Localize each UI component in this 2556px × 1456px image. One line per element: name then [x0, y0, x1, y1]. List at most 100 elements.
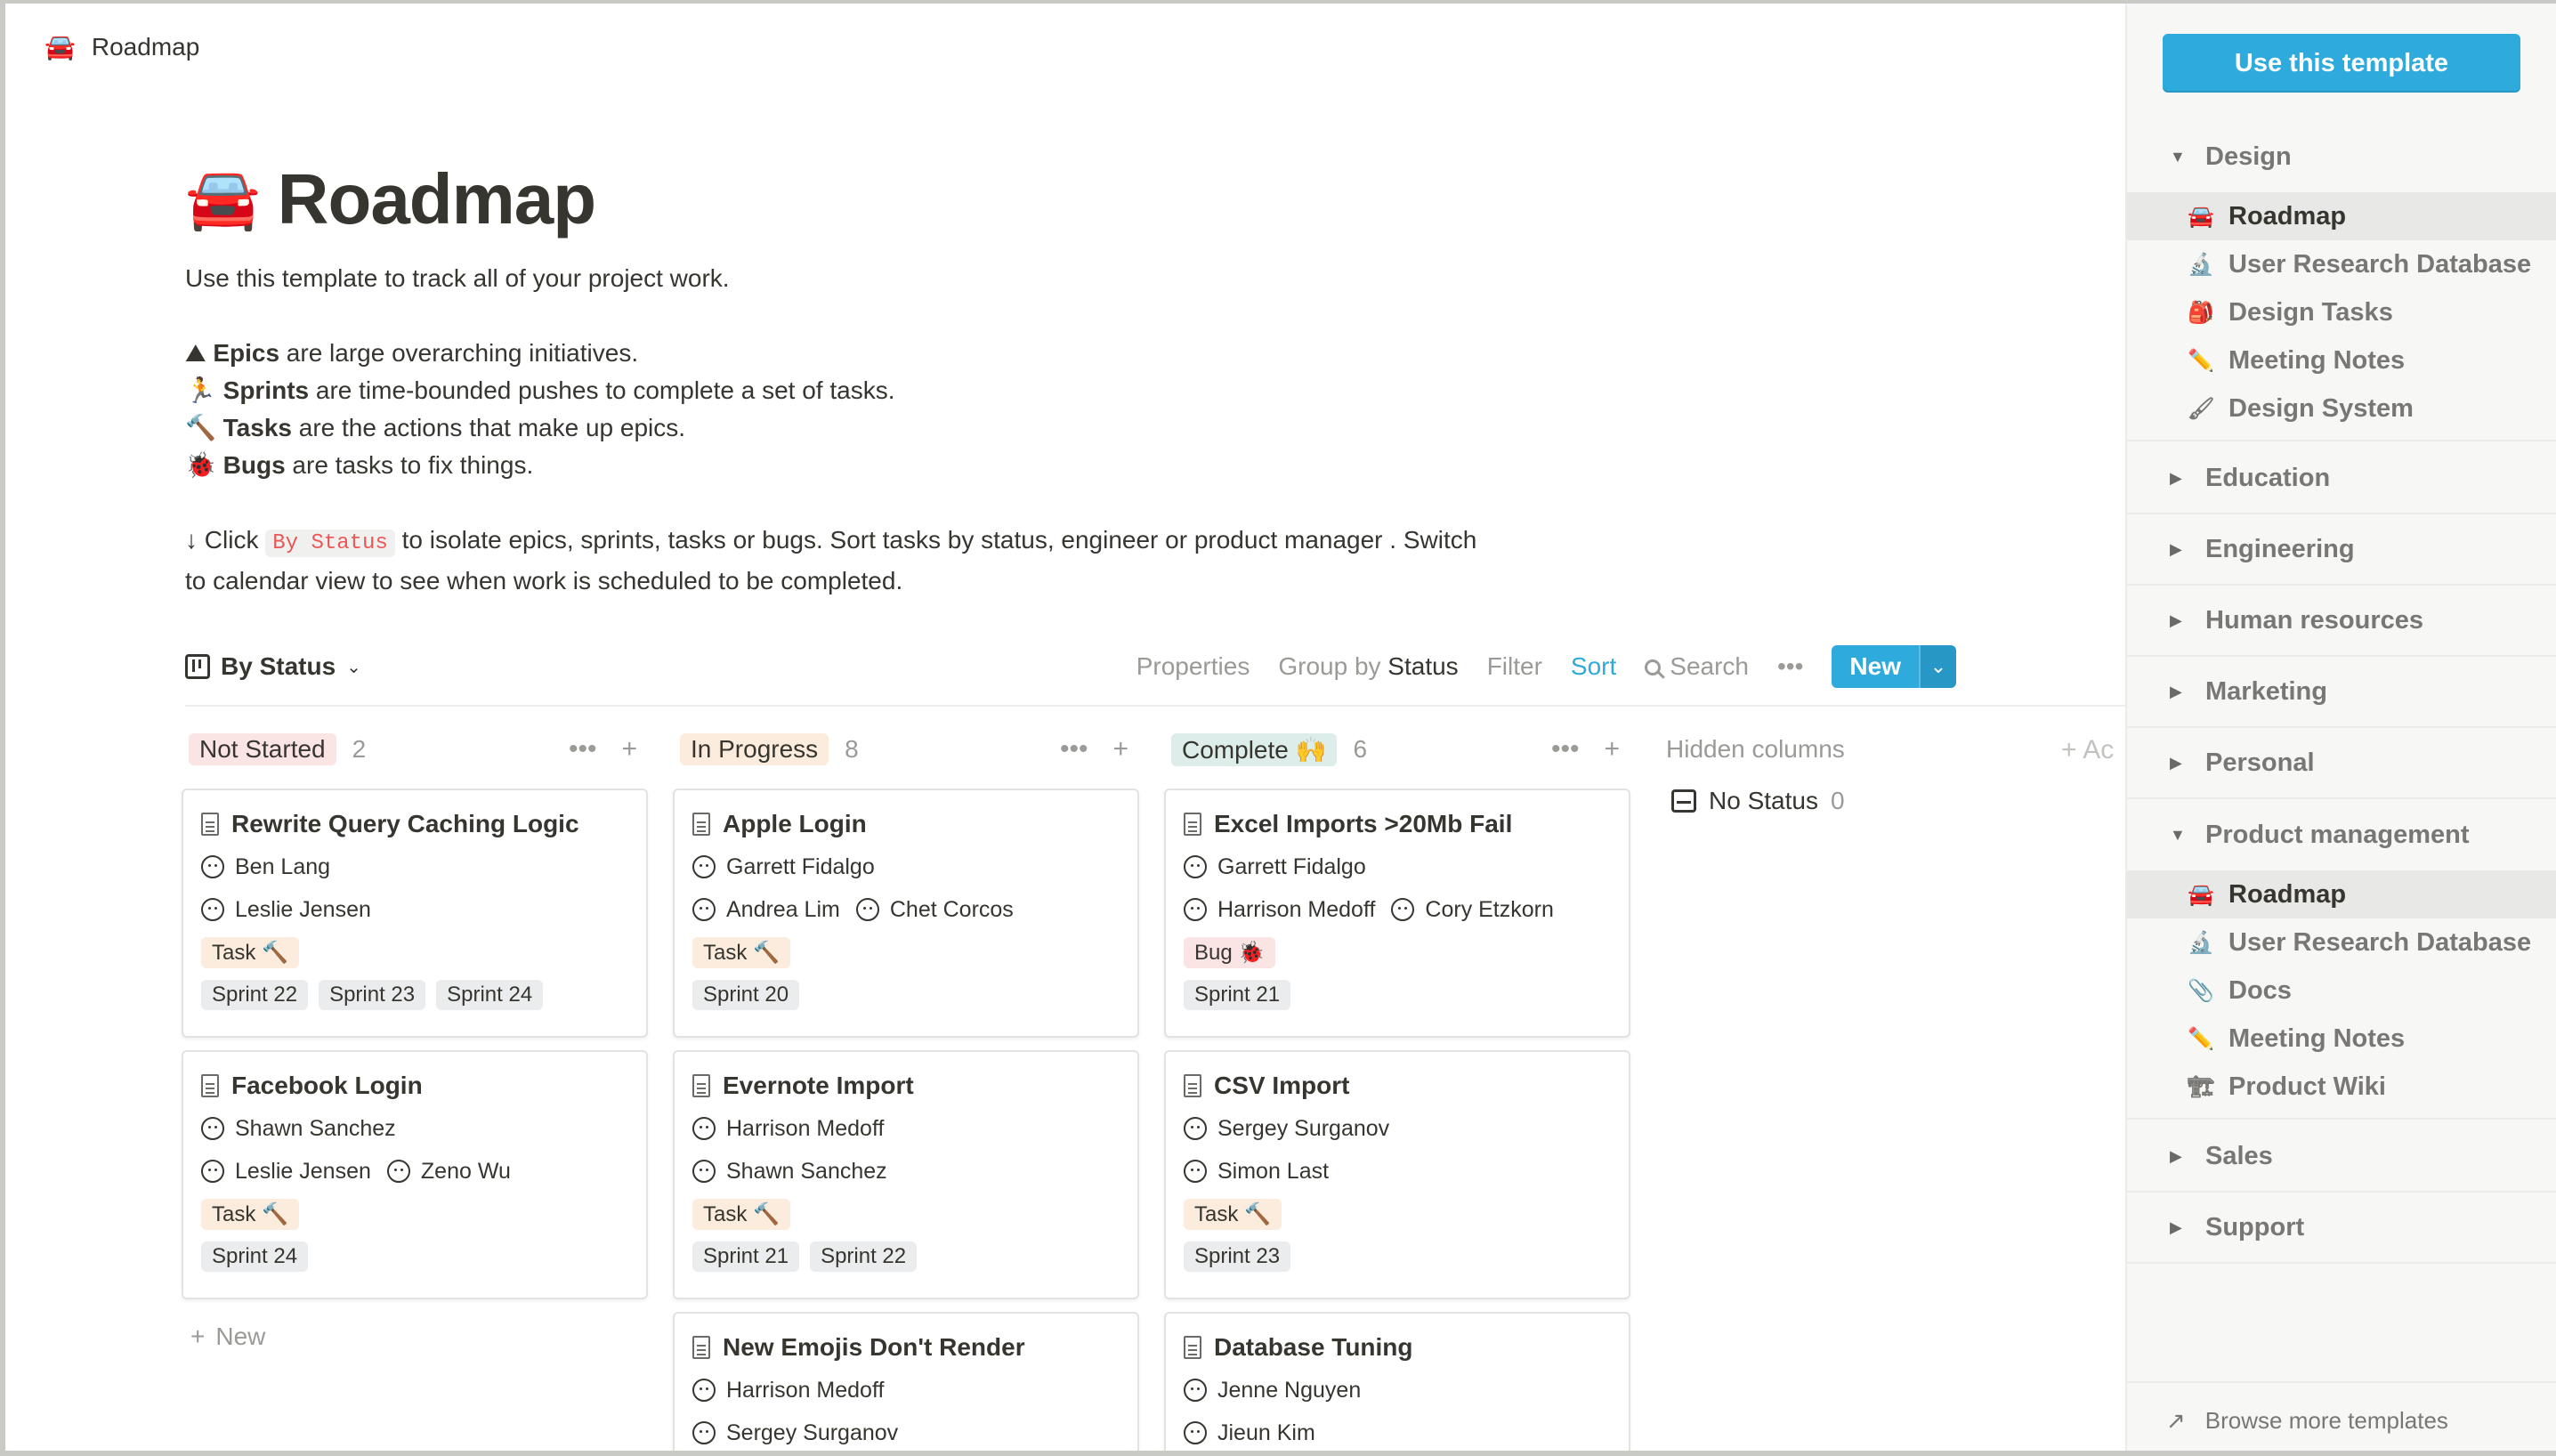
filter-button[interactable]: Filter: [1487, 652, 1542, 681]
person-chip: Harrison Medoff: [692, 1116, 884, 1142]
use-template-button[interactable]: Use this template: [2163, 34, 2520, 93]
template-item-label: Roadmap: [2228, 879, 2347, 909]
sprint-property: Sprint 23: [1184, 1235, 1611, 1278]
add-card-button[interactable]: + New: [190, 1323, 265, 1351]
template-item[interactable]: 🚘 Roadmap: [2127, 192, 2556, 240]
more-options-icon[interactable]: •••: [1777, 652, 1803, 681]
new-dropdown-button[interactable]: ⌄: [1919, 645, 1956, 688]
category-toggle[interactable]: ▼ Design: [2127, 121, 2556, 192]
category-toggle[interactable]: ▶ Marketing: [2127, 657, 2556, 728]
sort-button[interactable]: Sort: [1571, 652, 1616, 681]
triangle-down-icon: ▼: [2170, 147, 2186, 166]
group-by-button[interactable]: Group by Status: [1278, 652, 1458, 681]
no-status-group[interactable]: No Status 0: [1659, 787, 2193, 815]
triangle-right-icon: ▶: [2170, 1146, 2182, 1165]
board-card[interactable]: New Emojis Don't Render Harrison Medoff Se…: [673, 1312, 1139, 1451]
template-item[interactable]: 🚘 Roadmap: [2127, 870, 2556, 918]
column-count: 6: [1353, 735, 1368, 763]
avatar-icon: [692, 855, 716, 878]
column-header[interactable]: Not Started 2 ••• +: [182, 724, 648, 774]
page-icon: [201, 1074, 219, 1097]
sprint-tag: Sprint 22: [201, 980, 309, 1010]
column-more-icon[interactable]: •••: [1551, 734, 1580, 764]
person-name: Shawn Sanchez: [235, 1115, 396, 1141]
template-item-label: Design System: [2228, 393, 2414, 423]
board-card[interactable]: Rewrite Query Caching Logic Ben Lang Lesli…: [182, 789, 648, 1038]
board-card[interactable]: Excel Imports >20Mb Fail Garrett Fidalgo H…: [1164, 789, 1630, 1038]
board-card[interactable]: Apple Login Garrett Fidalgo Andrea Lim Chet…: [673, 789, 1139, 1038]
category-toggle[interactable]: ▶ Education: [2127, 443, 2556, 514]
template-category: ▼ Product management 🚘 Roadmap 🔬 User Researc…: [2127, 799, 2556, 1120]
plus-icon[interactable]: +: [1604, 734, 1620, 764]
person-name: Chet Corcos: [889, 896, 1014, 922]
view-label: By Status: [221, 652, 336, 680]
template-emoji-icon: 🏗: [2188, 1074, 2215, 1099]
column-more-icon[interactable]: •••: [569, 734, 597, 764]
plus-icon[interactable]: +: [1112, 734, 1128, 764]
sprint-property: Sprint 22 Sprint 23 Sprint 24: [201, 974, 628, 1016]
person-name: Garrett Fidalgo: [1217, 853, 1366, 879]
person-name: Harrison Medoff: [726, 1377, 885, 1403]
category-toggle[interactable]: ▶ Support: [2127, 1193, 2556, 1264]
board-card[interactable]: Database Tuning Jenne Nguyen Jieun Kim: [1164, 1312, 1630, 1451]
template-item-label: Meeting Notes: [2228, 345, 2406, 375]
template-emoji-icon: 🖌: [2188, 396, 2215, 421]
person-name: Garrett Fidalgo: [726, 853, 875, 879]
template-category: ▶ Sales: [2127, 1121, 2556, 1193]
column-header[interactable]: In Progress 8 ••• +: [673, 724, 1139, 774]
column-header[interactable]: Complete 🙌 6 ••• +: [1164, 724, 1630, 774]
new-button[interactable]: New: [1832, 645, 1919, 688]
template-item[interactable]: ✏️ Meeting Notes: [2127, 336, 2556, 384]
template-item-label: Docs: [2228, 975, 2292, 1005]
template-item[interactable]: 🎒 Design Tasks: [2127, 288, 2556, 336]
add-group-button[interactable]: + Ac: [2061, 735, 2114, 765]
definition-tasks: 🔨 Tasks are the actions that make up epi…: [185, 413, 686, 442]
page-breadcrumb[interactable]: 🚘 Roadmap: [44, 32, 199, 61]
person-name: Harrison Medoff: [726, 1115, 885, 1141]
template-item[interactable]: ✏️ Meeting Notes: [2127, 1015, 2556, 1063]
page-icon: [1184, 1074, 1201, 1097]
person-name: Sergey Surganov: [1217, 1115, 1390, 1141]
type-tag: Task 🔨: [201, 1198, 299, 1230]
board-card[interactable]: CSV Import Sergey Surganov Simon Last Task …: [1164, 1050, 1630, 1299]
template-item[interactable]: 📎 Docs: [2127, 967, 2556, 1015]
template-item[interactable]: 🏗 Product Wiki: [2127, 1063, 2556, 1111]
status-badge: In Progress: [680, 733, 829, 765]
category-toggle[interactable]: ▶ Engineering: [2127, 514, 2556, 586]
board-card[interactable]: Facebook Login Shawn Sanchez Leslie Jensen…: [182, 1050, 648, 1299]
person-property: Garrett Fidalgo: [1184, 845, 1611, 888]
category-toggle[interactable]: ▶ Personal: [2127, 728, 2556, 799]
template-item[interactable]: 🔬 User Research Database: [2127, 918, 2556, 967]
runner-icon: 🏃: [185, 376, 216, 405]
person-name: Ben Lang: [235, 853, 331, 879]
hammer-icon: 🔨: [185, 413, 216, 442]
sprint-tag: Sprint 22: [810, 1242, 918, 1272]
avatar-icon: [1184, 898, 1207, 921]
person-property: Leslie Jensen: [201, 888, 628, 931]
board-card[interactable]: Evernote Import Harrison Medoff Shawn Sanc…: [673, 1050, 1139, 1299]
person-name: Jieun Kim: [1217, 1420, 1315, 1445]
search-button[interactable]: Search: [1645, 652, 1749, 681]
column-count: 2: [352, 735, 367, 763]
plus-icon[interactable]: +: [621, 734, 637, 764]
triangle-right-icon: ▶: [2170, 468, 2182, 487]
template-item[interactable]: 🖌 Design System: [2127, 384, 2556, 433]
properties-button[interactable]: Properties: [1136, 652, 1250, 681]
inline-code: By Status: [265, 530, 395, 557]
type-property: Task 🔨: [692, 931, 1120, 974]
triangle-right-icon: ▶: [2170, 611, 2182, 629]
sprint-tag: Sprint 21: [1184, 980, 1291, 1010]
view-switcher[interactable]: By Status ⌄: [185, 652, 361, 681]
template-item[interactable]: 🔬 User Research Database: [2127, 240, 2556, 288]
person-property: Shawn Sanchez: [201, 1107, 628, 1150]
column-more-icon[interactable]: •••: [1060, 734, 1088, 764]
divider: [2127, 1381, 2556, 1383]
instruction-text-cont: to calendar view to see when work is sch…: [185, 567, 903, 595]
person-name: Simon Last: [1217, 1158, 1330, 1184]
category-toggle[interactable]: ▶ Human resources: [2127, 586, 2556, 657]
type-property: Task 🔨: [1184, 1193, 1611, 1235]
person-name: Zeno Wu: [420, 1158, 511, 1184]
category-toggle[interactable]: ▶ Sales: [2127, 1121, 2556, 1193]
category-toggle[interactable]: ▼ Product management: [2127, 799, 2556, 870]
browse-templates-link[interactable]: ↗ Browse more templates: [2166, 1407, 2448, 1435]
